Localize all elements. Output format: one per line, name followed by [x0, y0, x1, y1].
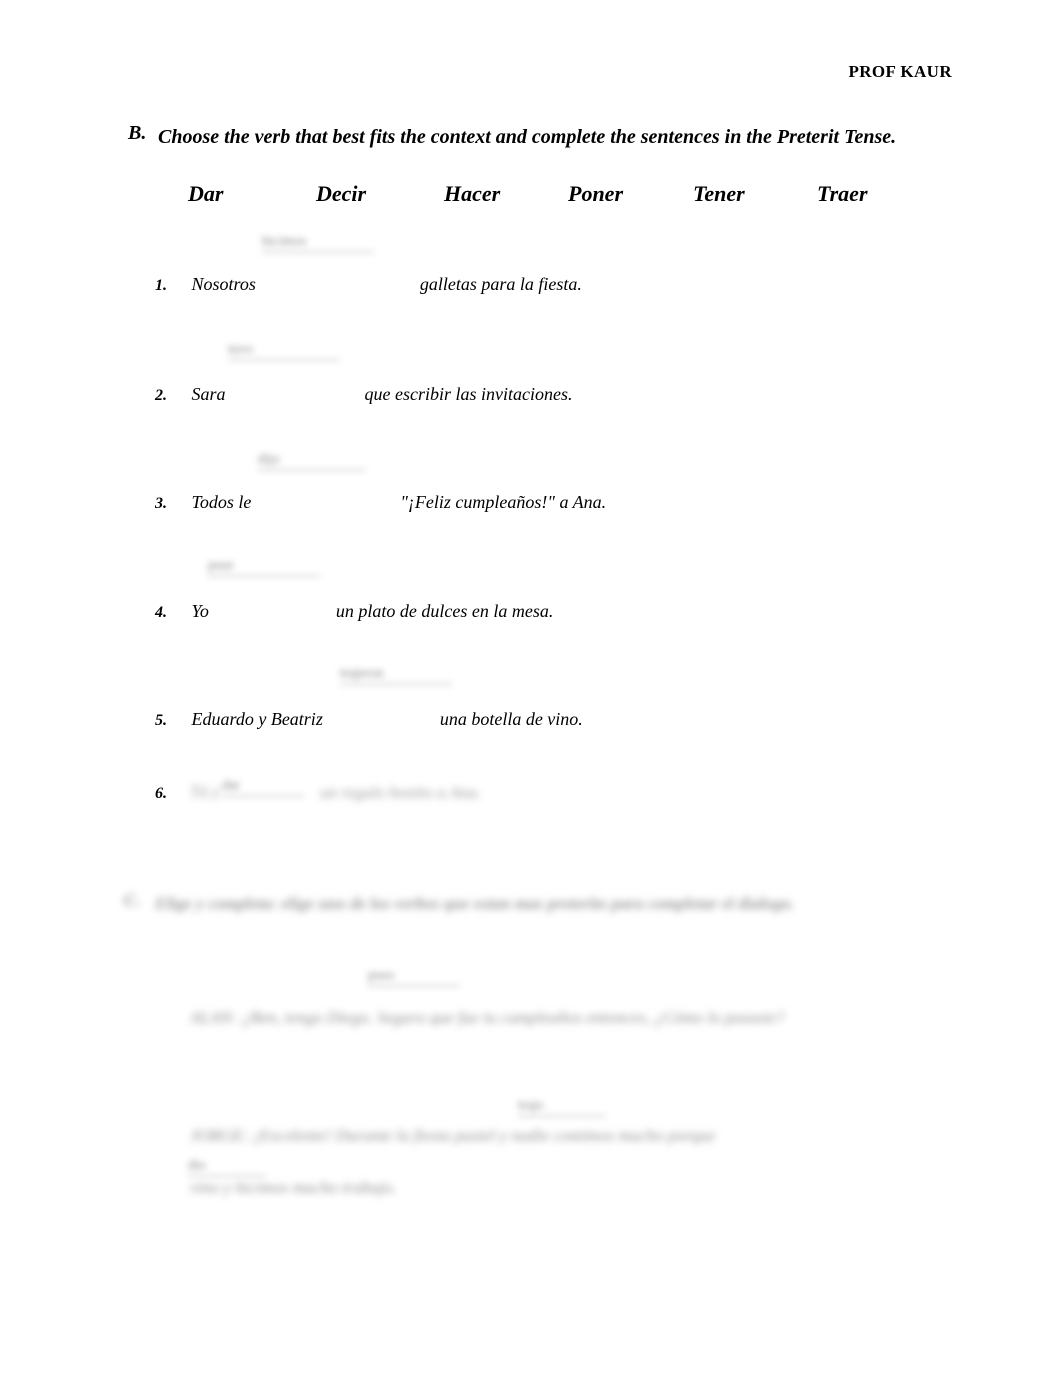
item-4-before: Yo — [191, 601, 209, 621]
item-4-after: un plato de dulces en la mesa. — [335, 601, 554, 621]
item-1-after: galletas para la fiesta. — [419, 274, 582, 294]
section-c-line-2: JORGE: ¡Excelente! Durante la fiesta pas… — [190, 1126, 716, 1145]
verb-word-bank: Dar Decir Hacer Poner Tener Traer — [188, 181, 918, 207]
section-c-title: Elige y completa: elige uno de los verbo… — [155, 894, 795, 913]
handwritten-answer-2: tuvo — [228, 342, 340, 361]
verb-hacer: Hacer — [444, 181, 501, 206]
section-c-line-1: ALAN: ¿Ben, tengo Diego. Segura que fue … — [190, 1008, 785, 1027]
item-6-after: un regalo bonito a Ana. — [320, 783, 482, 802]
section-c-line-3: vino y hicimos mucho trabajo. — [190, 1178, 397, 1197]
item-number-1: 1. — [155, 277, 167, 294]
item-5-before: Eduardo y Beatriz — [191, 709, 323, 729]
section-b-heading: B. Choose the verb that best fits the co… — [128, 122, 918, 152]
item-2-before: Sara — [191, 384, 226, 404]
handwritten-answer-c2: trajo — [518, 1098, 606, 1117]
item-number-3: 3. — [155, 495, 167, 512]
handwritten-answer-6: dar — [222, 778, 304, 797]
handwritten-answer-c1: puso — [368, 968, 460, 987]
sentence-item-5: 5. Eduardo y Beatriz una botella de vino… — [155, 709, 955, 730]
handwritten-answer-1: hicimos — [262, 234, 374, 253]
item-6-before: Tú y — [190, 782, 220, 801]
sentence-item-3: 3. Todos le "¡Feliz cumpleaños!" a Ana. — [155, 492, 955, 513]
item-number-6: 6. — [155, 785, 167, 802]
handwritten-answer-5: trajeron — [340, 666, 452, 685]
section-b-title: Choose the verb that best fits the conte… — [158, 126, 897, 148]
handwritten-answer-c3: dio — [188, 1158, 266, 1177]
item-number-4: 4. — [155, 604, 167, 621]
verb-tener: Tener — [693, 181, 745, 206]
item-3-after: "¡Feliz cumpleaños!" a Ana. — [400, 492, 607, 512]
section-c-label: C. — [124, 890, 141, 910]
item-3-before: Todos le — [191, 492, 252, 512]
verb-dar: Dar — [188, 181, 224, 206]
item-2-after: que escribir las invitaciones. — [364, 384, 573, 404]
verb-traer: Traer — [817, 181, 868, 206]
section-b-label: B. — [128, 122, 147, 144]
item-1-before: Nosotros — [191, 274, 256, 294]
handwritten-answer-3: dijo — [258, 452, 366, 471]
sentence-item-2: 2. Sara que escribir las invitaciones. — [155, 384, 955, 405]
page-header-name: PROF KAUR — [848, 62, 952, 81]
sentence-item-1: 1. Nosotros galletas para la fiesta. — [155, 274, 955, 295]
item-number-2: 2. — [155, 387, 167, 404]
handwritten-answer-4: puse — [208, 558, 320, 577]
verb-decir: Decir — [316, 181, 367, 206]
item-5-after: una botella de vino. — [439, 709, 583, 729]
verb-poner: Poner — [568, 181, 623, 206]
sentence-item-4: 4. Yo un plato de dulces en la mesa. — [155, 601, 955, 622]
item-number-5: 5. — [155, 712, 167, 729]
document-page: PROF KAUR B. Choose the verb that best f… — [0, 0, 1062, 1377]
